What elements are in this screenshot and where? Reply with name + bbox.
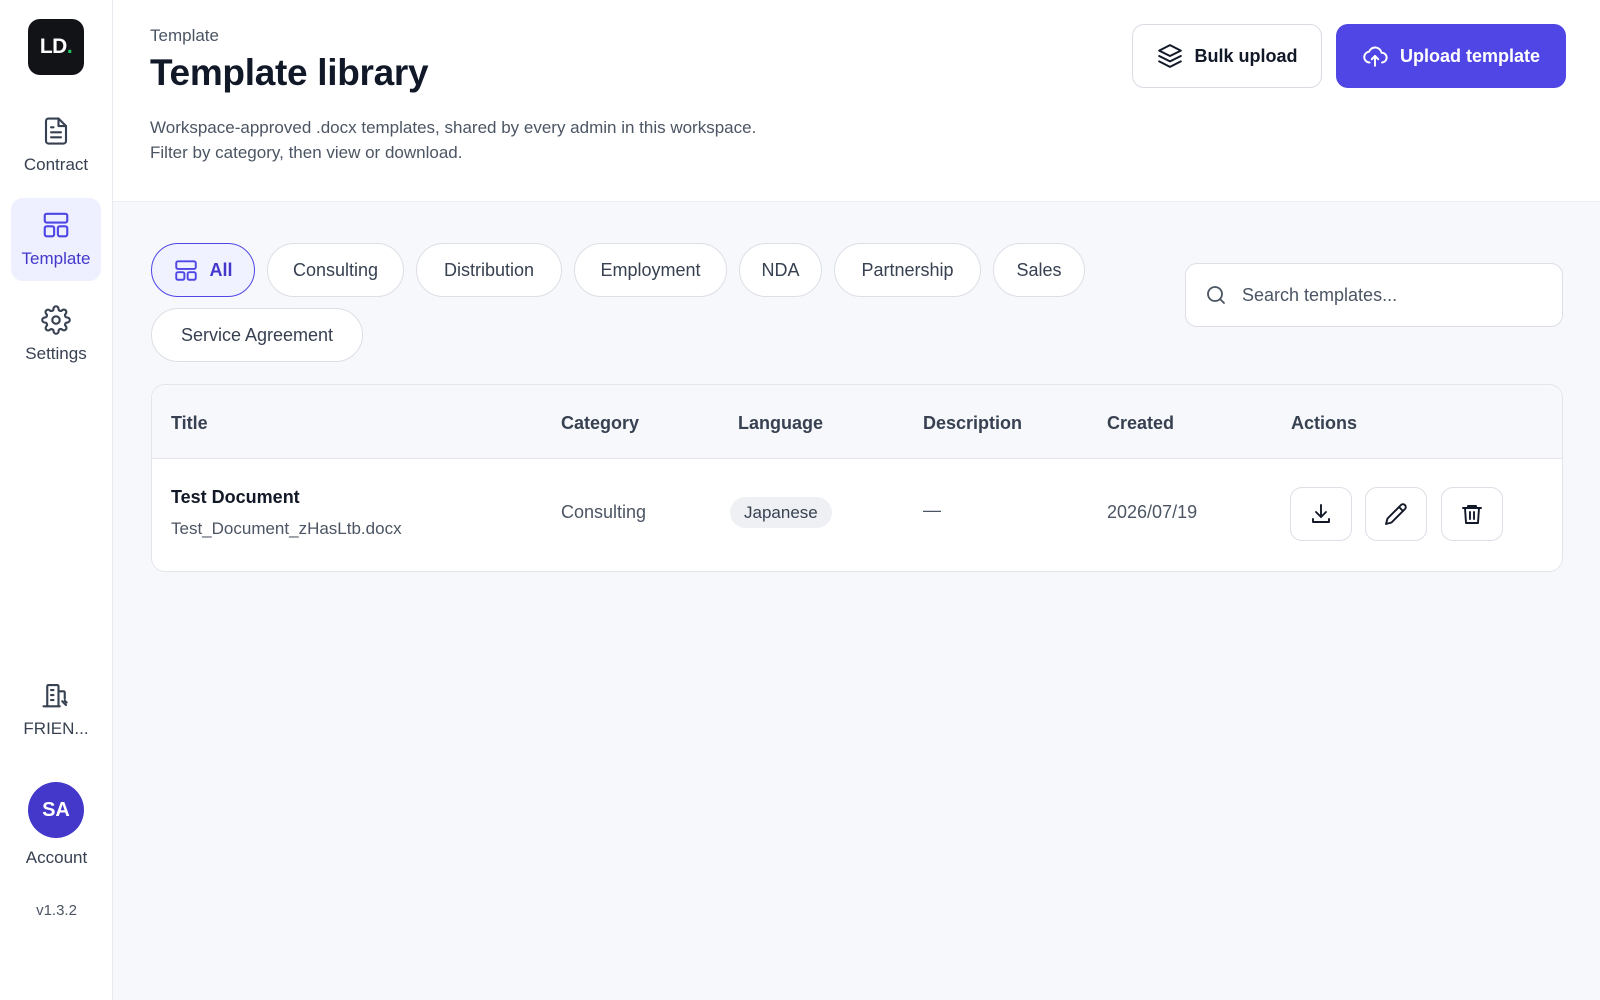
app-logo[interactable]: LD. <box>28 19 84 75</box>
document-icon <box>44 117 68 145</box>
download-icon <box>1312 504 1330 523</box>
sidebar-item-label: Contract <box>23 155 89 174</box>
bulk-upload-label: Bulk upload <box>1194 45 1298 66</box>
gear-icon <box>41 305 71 335</box>
download-button[interactable] <box>1290 487 1352 541</box>
filter-chip-label: All <box>209 259 233 280</box>
sidebar-item-label: Settings <box>25 344 87 363</box>
version-label: v1.3.2 <box>36 902 77 919</box>
workspace-label: FRIEN... <box>23 719 89 738</box>
breadcrumb: Template <box>150 26 219 45</box>
column-header-category: Category <box>561 413 640 433</box>
page-title: Template library <box>150 52 429 93</box>
template-created: 2026/07/19 <box>1107 502 1198 522</box>
workspace-switcher[interactable]: FRIEN... <box>11 668 101 751</box>
language-badge: Japanese <box>730 497 832 528</box>
template-filename: Test_Document_zHasLtb.docx <box>171 519 402 538</box>
filter-chip-label: Consulting <box>292 259 379 280</box>
upload-template-label: Upload template <box>1399 45 1541 66</box>
column-header-actions: Actions <box>1291 413 1358 433</box>
filter-chip-label: Distribution <box>443 259 535 280</box>
filter-chip-sales[interactable]: Sales <box>993 243 1085 297</box>
template-description: — <box>923 500 941 520</box>
trash-icon <box>1462 505 1482 524</box>
search-icon <box>1207 286 1225 304</box>
layout-icon <box>175 260 198 281</box>
filter-chip-partnership[interactable]: Partnership <box>834 243 981 297</box>
filter-chip-all[interactable]: All <box>151 243 255 297</box>
edit-button[interactable] <box>1365 487 1427 541</box>
template-category: Consulting <box>561 502 647 522</box>
filter-chip-employment[interactable]: Employment <box>574 243 727 297</box>
page-header: Template Template library Workspace-appr… <box>113 0 1600 202</box>
template-title[interactable]: Test Document <box>171 487 300 508</box>
table-header: Title Category Language Description Crea… <box>152 385 1562 459</box>
upload-template-button[interactable]: Upload template <box>1336 24 1566 88</box>
filter-chip-nda[interactable]: NDA <box>739 243 822 297</box>
bulk-upload-button[interactable]: Bulk upload <box>1132 24 1322 88</box>
column-header-created: Created <box>1107 413 1175 433</box>
filter-chip-label: Sales <box>1016 259 1062 280</box>
sidebar-item-settings[interactable]: Settings <box>11 293 101 376</box>
column-header-title: Title <box>171 413 208 433</box>
pencil-icon <box>1385 503 1407 525</box>
filter-chip-label: Service Agreement <box>180 324 334 345</box>
layers-icon <box>1157 44 1182 68</box>
building-icon <box>42 683 68 708</box>
account-label[interactable]: Account <box>0 848 113 868</box>
filter-chip-label: Employment <box>600 259 701 280</box>
sidebar-item-contract[interactable]: Contract <box>11 104 101 187</box>
search-box <box>1185 263 1563 327</box>
layout-icon <box>43 212 69 238</box>
filter-chip-label: Partnership <box>861 259 954 280</box>
column-header-language: Language <box>738 413 824 433</box>
logo-dot: . <box>66 35 73 58</box>
cloud-upload-icon <box>1363 46 1388 67</box>
description-line: Workspace-approved .docx templates, shar… <box>150 118 757 137</box>
column-header-description: Description <box>923 413 1023 433</box>
filter-chip-service-agreement[interactable]: Service Agreement <box>151 308 363 362</box>
delete-button[interactable] <box>1441 487 1503 541</box>
filter-chip-label: NDA <box>761 259 800 280</box>
sidebar-item-template[interactable]: Template <box>11 198 101 281</box>
avatar[interactable]: SA <box>28 782 84 838</box>
filter-chip-consulting[interactable]: Consulting <box>267 243 404 297</box>
templates-table: Title Category Language Description Crea… <box>151 384 1563 572</box>
search-input[interactable] <box>1242 284 1532 306</box>
logo-text: LD <box>39 35 68 58</box>
sidebar-item-label: Template <box>21 249 91 268</box>
page-description: Workspace-approved .docx templates, shar… <box>150 115 756 165</box>
filter-chip-distribution[interactable]: Distribution <box>416 243 562 297</box>
description-line: Filter by category, then view or downloa… <box>150 143 463 162</box>
sidebar: LD. Contract Template Settings FRIEN... … <box>0 0 113 1000</box>
